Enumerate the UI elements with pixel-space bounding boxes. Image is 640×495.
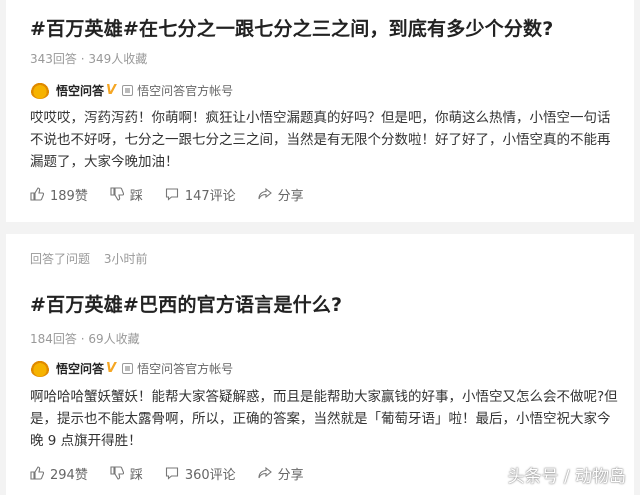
- question-title[interactable]: #百万英雄#在七分之一跟七分之三之间，到底有多少个分数?: [30, 14, 553, 41]
- thumb-down-icon: [110, 466, 124, 480]
- answer-count: 184回答: [30, 332, 77, 346]
- author-name[interactable]: 悟空问答: [56, 360, 104, 377]
- action-bar: 294赞 踩 360评论 分享: [30, 463, 326, 483]
- verified-badge-icon: V: [106, 82, 117, 98]
- author-title: 悟空问答官方帐号: [137, 83, 234, 98]
- dislike-label: 踩: [129, 467, 143, 483]
- comment-button[interactable]: 360评论: [165, 464, 236, 483]
- watermark: 头条号 / 动物岛: [507, 467, 626, 487]
- answer-body[interactable]: 哎哎哎，泻药泻药！你萌啊！疯狂让小悟空漏题真的好吗？但是吧，你萌这么热情，小悟空…: [30, 107, 620, 173]
- activity-time: 3小时前: [103, 252, 148, 266]
- share-icon: [258, 187, 272, 200]
- share-label: 分享: [277, 188, 304, 204]
- certified-icon: [122, 84, 134, 96]
- comment-icon: [165, 188, 178, 201]
- like-count: 294赞: [50, 467, 88, 483]
- share-button[interactable]: 分享: [258, 464, 304, 483]
- dislike-label: 踩: [129, 188, 143, 204]
- action-bar: 189赞 踩 147评论 分享: [30, 184, 326, 204]
- avatar[interactable]: [30, 81, 50, 99]
- thumb-up-icon: [30, 466, 44, 480]
- author-row[interactable]: 悟空问答 V 悟空问答官方帐号: [30, 80, 233, 100]
- thumb-down-icon: [110, 187, 124, 201]
- author-title: 悟空问答官方帐号: [137, 361, 234, 376]
- activity-meta: 回答了问题 3小时前: [30, 250, 157, 267]
- dislike-button[interactable]: 踩: [110, 464, 143, 483]
- question-title[interactable]: #百万英雄#巴西的官方语言是什么?: [30, 290, 342, 317]
- question-card-2: 回答了问题 3小时前 #百万英雄#巴西的官方语言是什么? 184回答 · 69人…: [6, 234, 634, 495]
- favorite-count: 349人收藏: [88, 52, 148, 66]
- verified-badge-icon: V: [106, 360, 117, 376]
- share-icon: [258, 466, 272, 479]
- comment-count: 147评论: [184, 188, 236, 204]
- author-row[interactable]: 悟空问答 V 悟空问答官方帐号: [30, 358, 233, 378]
- answer-count: 343回答: [30, 52, 77, 66]
- like-button[interactable]: 189赞: [30, 185, 88, 204]
- like-count: 189赞: [50, 188, 88, 204]
- author-name[interactable]: 悟空问答: [56, 82, 104, 99]
- dislike-button[interactable]: 踩: [110, 185, 143, 204]
- question-stats: 343回答 · 349人收藏: [30, 52, 148, 66]
- question-card-1: #百万英雄#在七分之一跟七分之三之间，到底有多少个分数? 343回答 · 349…: [6, 0, 634, 222]
- avatar[interactable]: [30, 359, 50, 377]
- activity-action: 回答了问题: [30, 252, 91, 266]
- comment-count: 360评论: [184, 467, 236, 483]
- comment-icon: [165, 467, 178, 480]
- question-stats: 184回答 · 69人收藏: [30, 332, 140, 346]
- share-button[interactable]: 分享: [258, 185, 304, 204]
- favorite-count: 69人收藏: [88, 332, 140, 346]
- answer-body[interactable]: 啊哈哈哈蟹妖蟹妖！能帮大家答疑解惑，而且是能帮助大家赢钱的好事，小悟空又怎么会不…: [30, 386, 620, 452]
- comment-button[interactable]: 147评论: [165, 185, 236, 204]
- like-button[interactable]: 294赞: [30, 464, 88, 483]
- share-label: 分享: [277, 467, 304, 483]
- thumb-up-icon: [30, 187, 44, 201]
- certified-icon: [122, 362, 134, 374]
